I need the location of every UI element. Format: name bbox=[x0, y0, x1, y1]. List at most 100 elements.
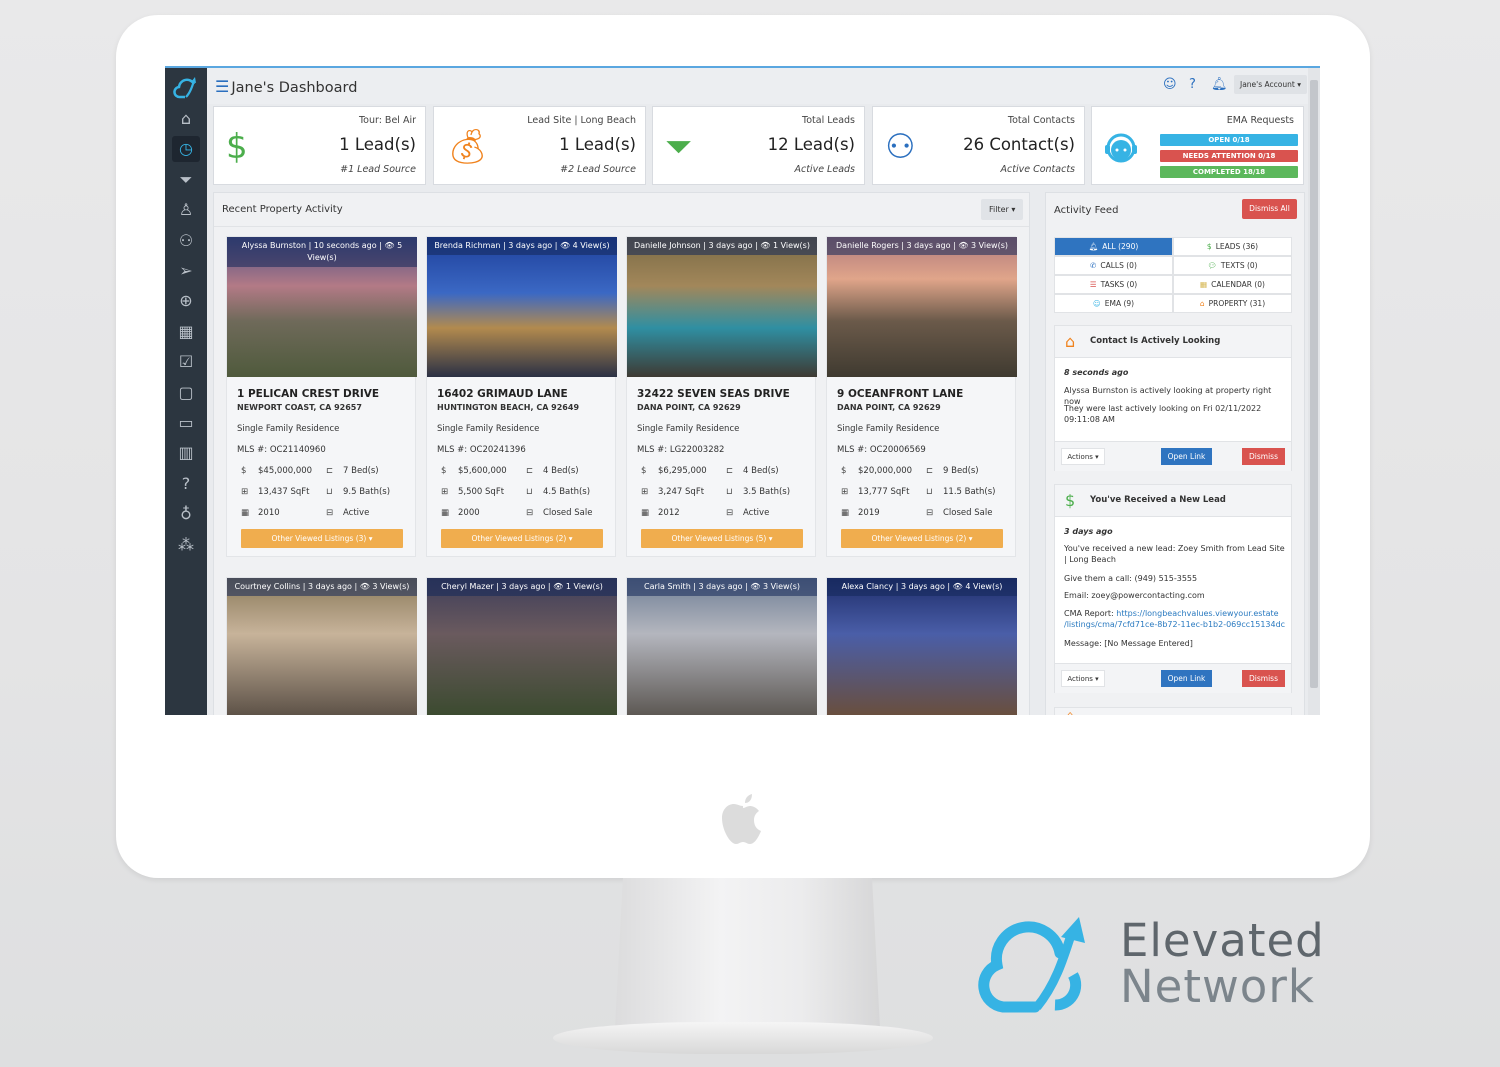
reports-icon[interactable]: ▥ bbox=[172, 440, 200, 466]
notification-new-lead: $ You've Received a New Lead 3 days ago … bbox=[1054, 484, 1292, 693]
contacts-icon[interactable]: ⚇ bbox=[172, 228, 200, 254]
property-card[interactable]: Courtney Collins | 3 days ago | 👁 3 View… bbox=[226, 577, 417, 715]
stat-card-ema-requests: EMA Requests OPEN 0/18 NEEDS ATTENTION 0… bbox=[1091, 106, 1304, 185]
globe-icon[interactable]: ⊕ bbox=[172, 288, 200, 314]
dismiss-all-button[interactable]: Dismiss All bbox=[1242, 199, 1297, 219]
actions-dropdown[interactable]: Actions ▾ bbox=[1061, 448, 1105, 465]
feed-filter-calendar[interactable]: ▦ CALENDAR (0) bbox=[1173, 275, 1292, 294]
property-card[interactable]: Danielle Rogers | 3 days ago | 👁 3 View(… bbox=[826, 236, 1017, 557]
feed-filter-all[interactable]: 🔔︎ ALL (290) bbox=[1054, 237, 1173, 256]
feed-filter-label: TEXTS (0) bbox=[1220, 261, 1258, 270]
property-price: $ $20,000,000 bbox=[841, 466, 912, 476]
notes-icon[interactable]: ▢ bbox=[172, 380, 200, 406]
house-icon: ⌂ bbox=[1065, 332, 1076, 351]
money-bag-icon[interactable]: ♁ bbox=[172, 501, 200, 527]
property-beds: ⊏ 4 Bed(s) bbox=[726, 466, 779, 476]
user-icon[interactable]: ♙ bbox=[172, 197, 200, 223]
feed-filter-ema[interactable]: ☺ EMA (9) bbox=[1054, 294, 1173, 313]
property-card[interactable]: Alyssa Burnston | 10 seconds ago | 👁 5 V… bbox=[226, 236, 417, 557]
menu-icon[interactable]: ☰ bbox=[215, 77, 229, 96]
property-card[interactable]: Brenda Richman | 3 days ago | 👁 4 View(s… bbox=[426, 236, 617, 557]
price-icon: $ bbox=[641, 466, 647, 476]
dismiss-button[interactable]: Dismiss bbox=[1242, 670, 1285, 687]
property-baths: ⊔ 11.5 Bath(s) bbox=[926, 487, 995, 497]
property-beds-value: 4 Bed(s) bbox=[743, 466, 779, 476]
property-beds-value: 9 Bed(s) bbox=[943, 466, 979, 476]
calendar-icon[interactable]: ▦ bbox=[172, 319, 200, 345]
property-sqft: ⊞ 13,437 SqFt bbox=[241, 487, 309, 497]
app-logo-icon[interactable] bbox=[173, 76, 201, 100]
page-title: ☰ Jane's Dashboard bbox=[215, 77, 357, 96]
property-photo[interactable] bbox=[627, 237, 817, 377]
property-card[interactable]: Danielle Johnson | 3 days ago | 👁 1 View… bbox=[626, 236, 817, 557]
ema-needs-attention-badge[interactable]: NEEDS ATTENTION 0/18 bbox=[1160, 150, 1298, 162]
property-photo[interactable] bbox=[827, 578, 1017, 715]
property-price: $ $45,000,000 bbox=[241, 466, 312, 476]
top-header: ☰ Jane's Dashboard ☺ ? 🔔︎ Jane's Account … bbox=[207, 68, 1308, 104]
feed-filter-tasks[interactable]: ☰ TASKS (0) bbox=[1054, 275, 1173, 294]
scrollbar-thumb[interactable] bbox=[1310, 80, 1318, 688]
property-photo[interactable] bbox=[227, 578, 417, 715]
actions-dropdown[interactable]: Actions ▾ bbox=[1061, 670, 1105, 687]
property-mls: MLS #: OC20006569 bbox=[837, 445, 926, 455]
other-viewed-listings-button[interactable]: Other Viewed Listings (2) ▾ bbox=[841, 529, 1003, 548]
dollar-icon: $ bbox=[1065, 491, 1076, 510]
bed-icon: ⊏ bbox=[526, 466, 534, 476]
help-icon[interactable]: ? bbox=[172, 471, 200, 497]
panel-title: Recent Property Activity bbox=[222, 204, 343, 215]
property-sqft-value: 13,437 SqFt bbox=[258, 487, 310, 497]
send-icon[interactable]: ➢ bbox=[172, 258, 200, 284]
network-icon[interactable]: ⁂ bbox=[172, 532, 200, 558]
bell-icon[interactable]: 🔔︎ bbox=[1211, 77, 1228, 92]
property-card[interactable]: Carla Smith | 3 days ago | 👁 3 View(s) bbox=[626, 577, 817, 715]
property-year: ▦ 2019 bbox=[841, 508, 880, 518]
feed-filter-calls[interactable]: ✆ CALLS (0) bbox=[1054, 256, 1173, 275]
stat-label: Tour: Bel Air bbox=[358, 115, 416, 126]
tasks-icon[interactable]: ☑ bbox=[172, 349, 200, 375]
property-card[interactable]: Cheryl Mazer | 3 days ago | 👁 1 View(s) bbox=[426, 577, 617, 715]
ema-open-badge[interactable]: OPEN 0/18 bbox=[1160, 134, 1298, 146]
property-beds: ⊏ 7 Bed(s) bbox=[326, 466, 379, 476]
property-card[interactable]: Alexa Clancy | 3 days ago | 👁 4 View(s) bbox=[826, 577, 1017, 715]
calendar-icon: ▦ bbox=[841, 508, 850, 518]
open-link-button[interactable]: Open Link bbox=[1161, 670, 1212, 687]
property-status: ⊟ Closed Sale bbox=[926, 508, 992, 518]
stat-value: 12 Lead(s) bbox=[767, 135, 855, 154]
apple-logo bbox=[722, 794, 761, 844]
feed-filter-label: ALL (290) bbox=[1102, 242, 1139, 251]
account-dropdown[interactable]: Jane's Account ▾ bbox=[1234, 75, 1307, 94]
stat-sub: Active Contacts bbox=[1000, 164, 1075, 175]
dashboard-icon[interactable]: ◷ bbox=[172, 136, 200, 163]
other-viewed-listings-button[interactable]: Other Viewed Listings (5) ▾ bbox=[641, 529, 803, 548]
stat-label: Total Contacts bbox=[1007, 115, 1075, 126]
open-link-button[interactable]: Open Link bbox=[1161, 448, 1212, 465]
other-viewed-listings-button[interactable]: Other Viewed Listings (3) ▾ bbox=[241, 529, 403, 548]
home-icon[interactable]: ⌂ bbox=[172, 106, 200, 132]
elevated-network-logo bbox=[978, 917, 1085, 1013]
property-year-value: 2012 bbox=[658, 508, 680, 518]
feed-filter-leads[interactable]: $ LEADS (36) bbox=[1173, 237, 1292, 256]
folder-icon[interactable]: ▭ bbox=[172, 410, 200, 436]
notification-message: Message: [No Message Entered] bbox=[1064, 639, 1193, 648]
property-status: ⊟ Active bbox=[326, 508, 369, 518]
ema-completed-badge[interactable]: COMPLETED 18/18 bbox=[1160, 166, 1298, 178]
property-photo[interactable] bbox=[427, 237, 617, 377]
leads-funnel-icon[interactable]: ⏷ bbox=[172, 167, 200, 193]
property-status-value: Active bbox=[343, 508, 370, 518]
scrollbar[interactable] bbox=[1308, 68, 1320, 715]
stat-card: $ Tour: Bel Air 1 Lead(s) #1 Lead Source bbox=[213, 106, 426, 185]
bath-icon: ⊔ bbox=[926, 487, 933, 497]
price-icon: $ bbox=[241, 466, 247, 476]
feed-filter-texts[interactable]: 💬︎ TEXTS (0) bbox=[1173, 256, 1292, 275]
other-viewed-listings-button[interactable]: Other Viewed Listings (2) ▾ bbox=[441, 529, 603, 548]
filter-dropdown[interactable]: Filter ▾ bbox=[981, 199, 1024, 220]
feed-filter-property[interactable]: ⌂ PROPERTY (31) bbox=[1173, 294, 1292, 313]
property-photo[interactable] bbox=[627, 578, 817, 715]
property-price: $ $5,600,000 bbox=[441, 466, 507, 476]
dismiss-button[interactable]: Dismiss bbox=[1242, 448, 1285, 465]
help-icon[interactable]: ? bbox=[1189, 77, 1196, 92]
property-photo[interactable] bbox=[427, 578, 617, 715]
price-icon: $ bbox=[441, 466, 447, 476]
ema-icon[interactable]: ☺ bbox=[1163, 77, 1177, 92]
property-photo[interactable] bbox=[827, 237, 1017, 377]
